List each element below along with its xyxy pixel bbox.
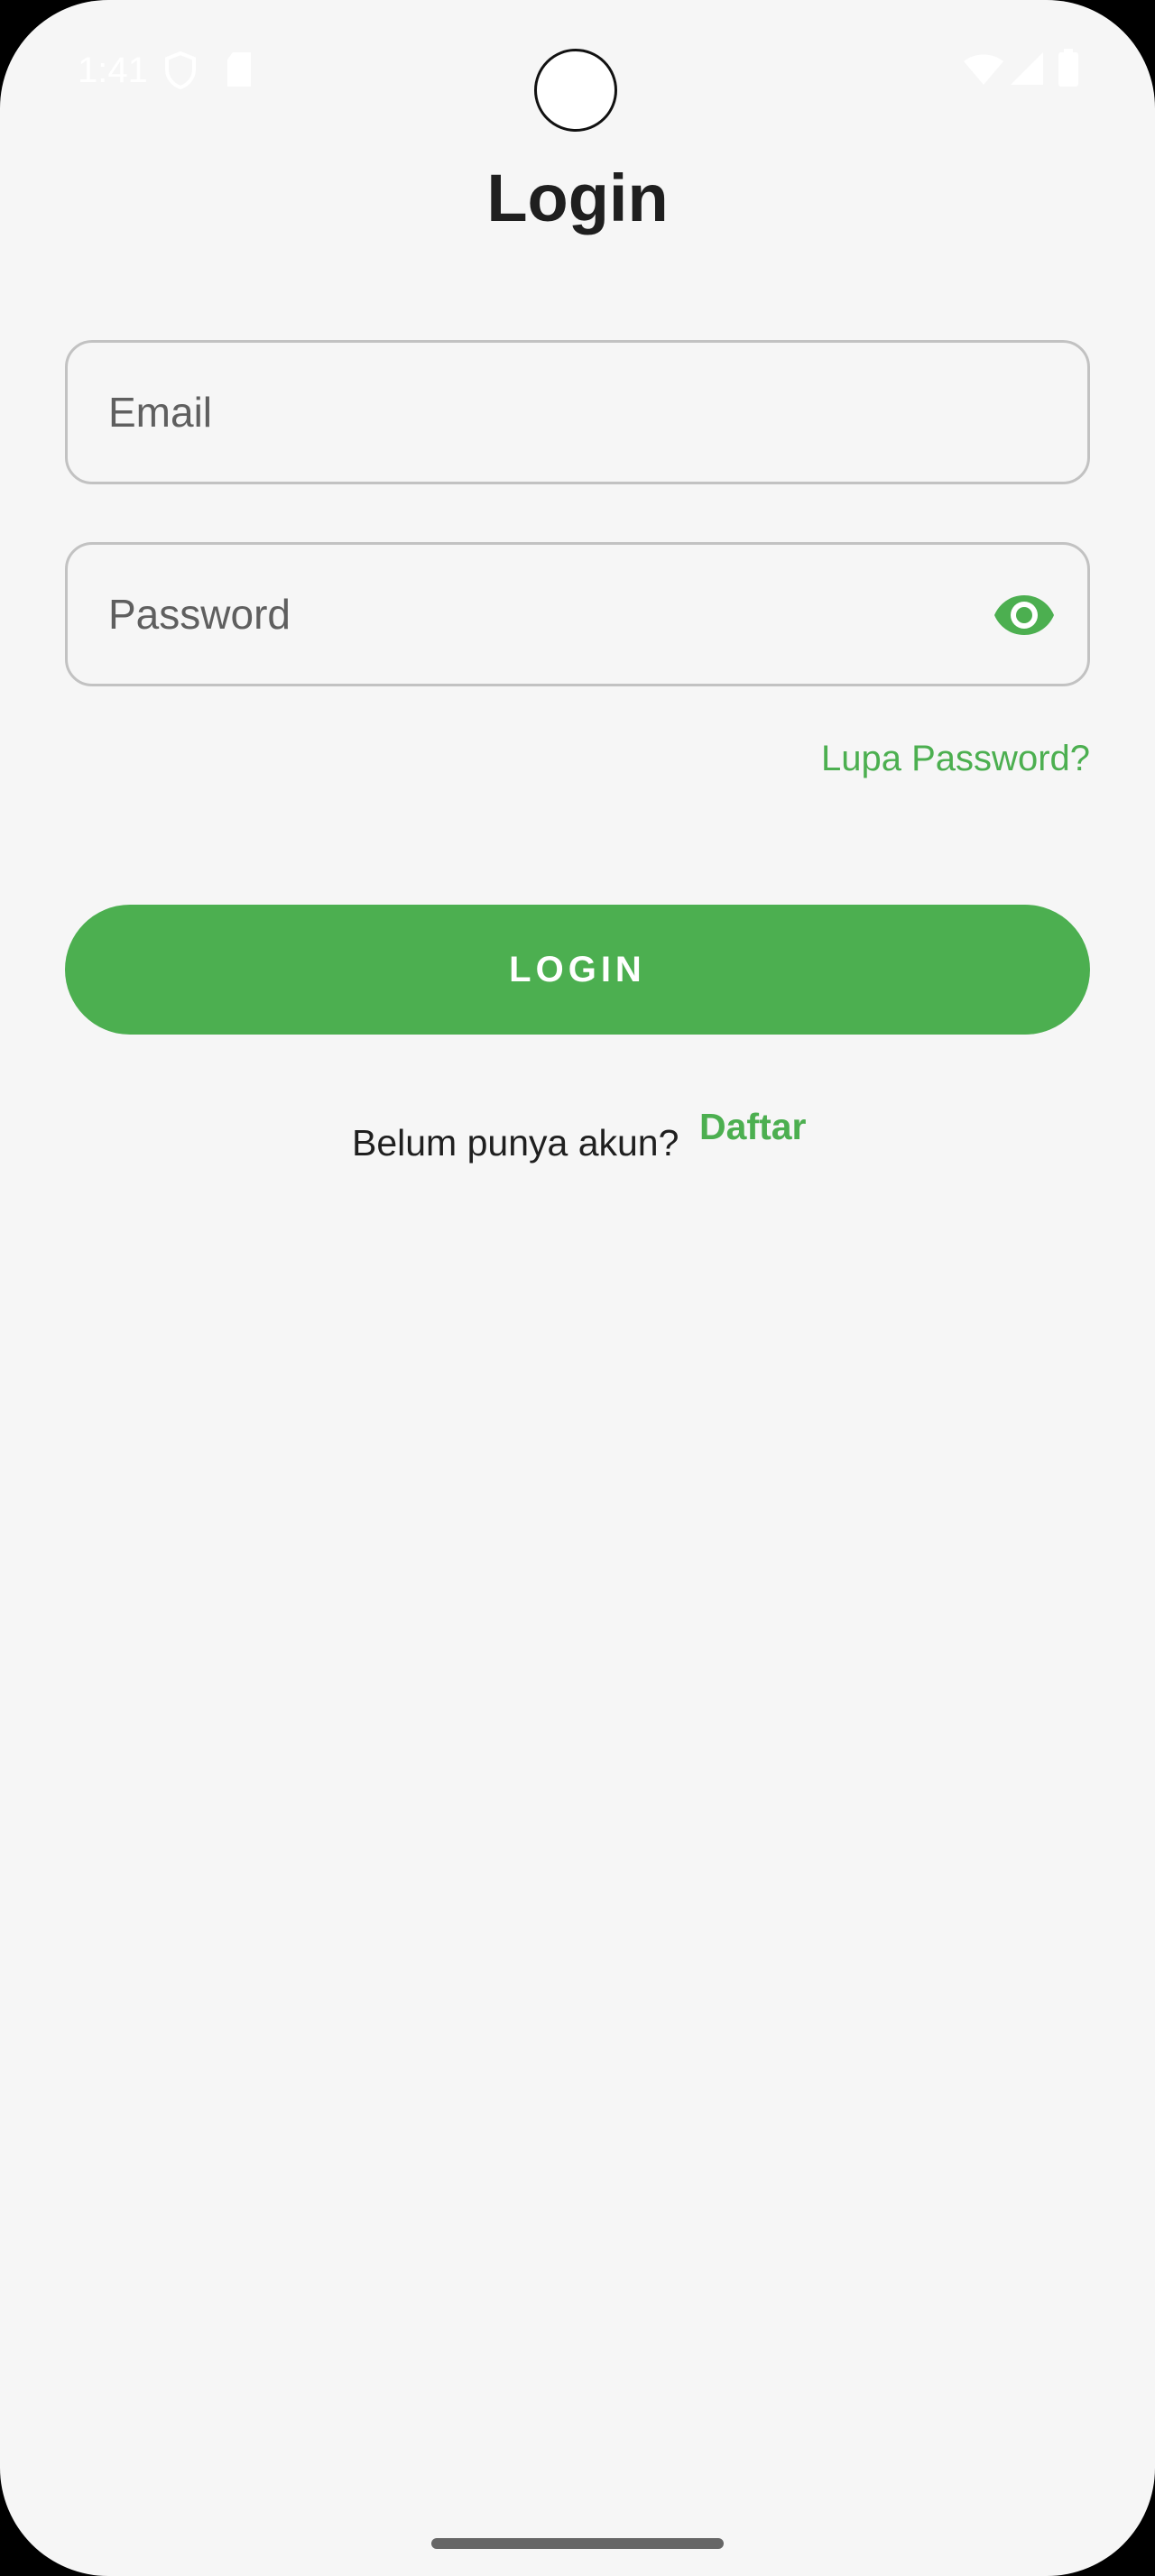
forgot-password-link[interactable]: Lupa Password? (821, 734, 1090, 783)
page-title: Login (486, 161, 669, 235)
status-time: 1:41 (78, 51, 148, 90)
sd-card-icon (224, 51, 254, 93)
show-password-toggle[interactable] (992, 583, 1057, 648)
eye-icon (994, 595, 1054, 635)
login-button[interactable]: LOGIN (65, 905, 1090, 1035)
wifi-icon (962, 52, 1005, 91)
register-prompt: Belum punya akun? (352, 1122, 679, 1164)
email-field[interactable] (65, 340, 1090, 484)
battery-icon (1058, 49, 1079, 91)
register-link[interactable]: Daftar (699, 1102, 806, 1151)
camera-cutout (534, 49, 617, 132)
home-indicator[interactable] (431, 2538, 724, 2549)
signal-icon (1009, 51, 1045, 91)
password-input[interactable] (108, 545, 975, 684)
shield-icon (162, 51, 199, 95)
password-field[interactable] (65, 542, 1090, 686)
email-input[interactable] (108, 343, 975, 482)
phone-screen: 1:41 Login Email Lupa Password? LOGIN Be… (0, 0, 1155, 2576)
